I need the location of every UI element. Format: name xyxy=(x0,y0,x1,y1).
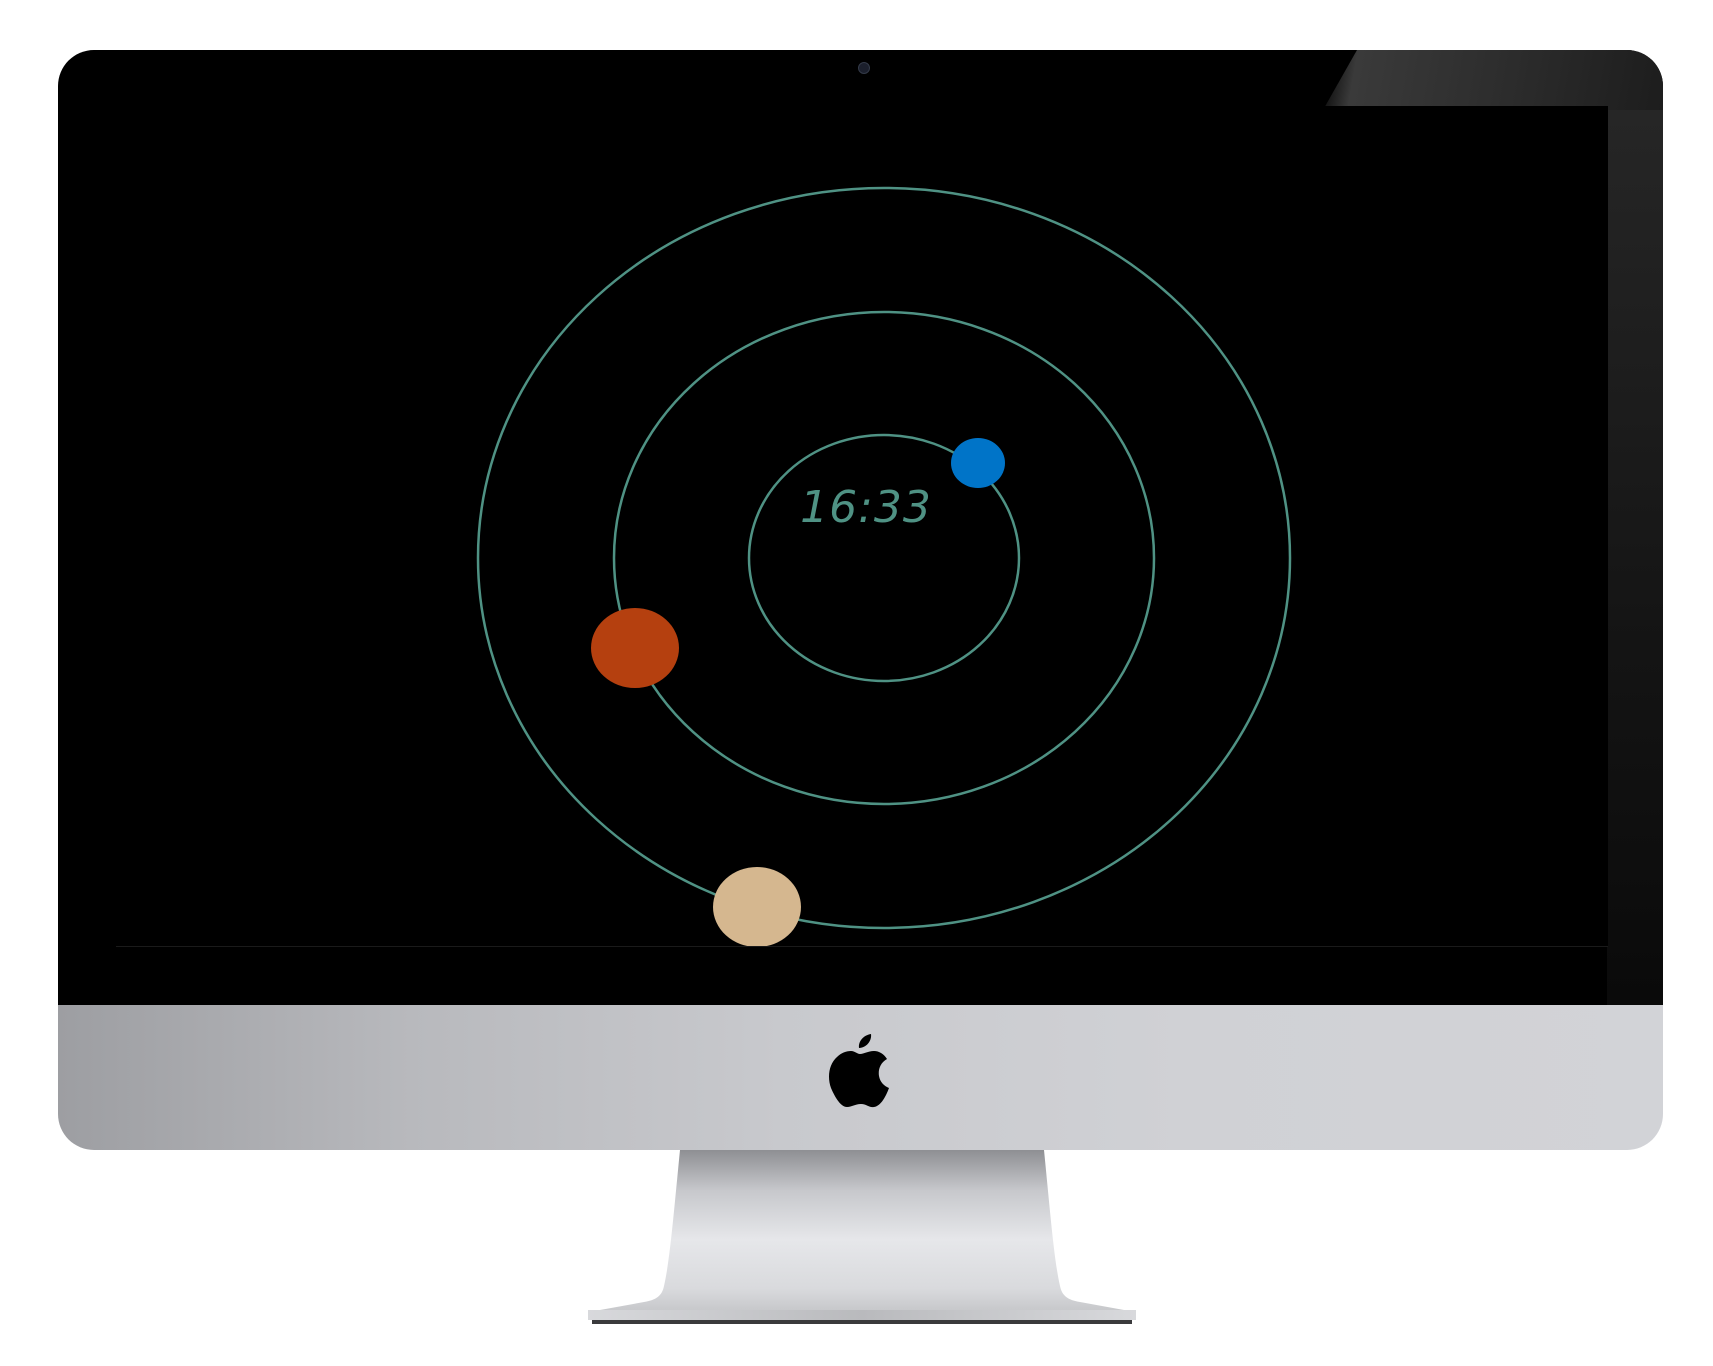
apple-logo-icon xyxy=(829,1034,889,1108)
bezel-glare xyxy=(1323,50,1663,110)
camera-icon xyxy=(858,62,870,74)
orbit-middle xyxy=(612,310,1156,806)
monitor-bezel: 16:33 xyxy=(58,50,1663,1005)
red-planet[interactable] xyxy=(591,608,679,688)
monitor-chin xyxy=(58,1005,1663,1150)
orbit-outer xyxy=(476,186,1292,930)
clock-time: 16:33 xyxy=(800,482,932,533)
monitor-stand xyxy=(588,1150,1136,1324)
tan-planet[interactable] xyxy=(713,867,801,946)
bezel-side-glare xyxy=(1607,110,1663,1005)
blue-planet[interactable] xyxy=(951,438,1005,488)
screen: 16:33 xyxy=(116,106,1608,947)
imac-mockup: 16:33 xyxy=(0,0,1713,1366)
